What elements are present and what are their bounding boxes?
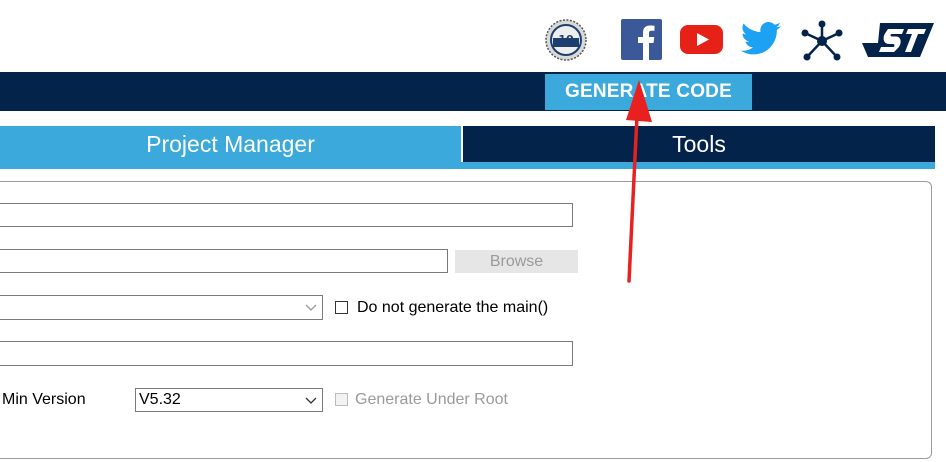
chevron-down-icon <box>305 397 317 404</box>
min-version-value: V5.32 <box>139 391 181 408</box>
tab-underline <box>0 162 935 169</box>
chevron-down-icon <box>305 304 317 311</box>
tab-tools[interactable]: Tools <box>463 126 935 162</box>
youtube-icon[interactable] <box>680 25 723 54</box>
do-not-generate-main-label: Do not generate the main() <box>357 299 549 316</box>
min-version-select[interactable]: V5.32 <box>135 388 323 412</box>
top-nav-bar <box>0 72 946 111</box>
facebook-icon[interactable] <box>621 19 662 60</box>
project-location-input[interactable] <box>0 249 448 273</box>
do-not-generate-main-checkbox[interactable] <box>335 301 348 314</box>
application-structure-select[interactable] <box>0 295 323 320</box>
annotation-arrow-icon <box>626 80 652 283</box>
network-icon[interactable] <box>800 20 844 62</box>
tab-project-manager[interactable]: Project Manager <box>0 126 461 162</box>
generate-under-root-label: Generate Under Root <box>355 391 508 408</box>
anniversary-badge-icon[interactable]: 10 <box>545 19 587 61</box>
twitter-icon[interactable] <box>741 22 781 56</box>
toolchain-folder-input[interactable] <box>0 341 573 366</box>
min-version-label: Min Version <box>2 391 86 408</box>
generate-under-root-checkbox[interactable] <box>335 393 348 406</box>
st-logo-icon[interactable] <box>862 21 934 59</box>
badge-number: 10 <box>558 33 574 46</box>
project-name-input[interactable] <box>0 203 573 227</box>
browse-button[interactable]: Browse <box>455 250 578 273</box>
